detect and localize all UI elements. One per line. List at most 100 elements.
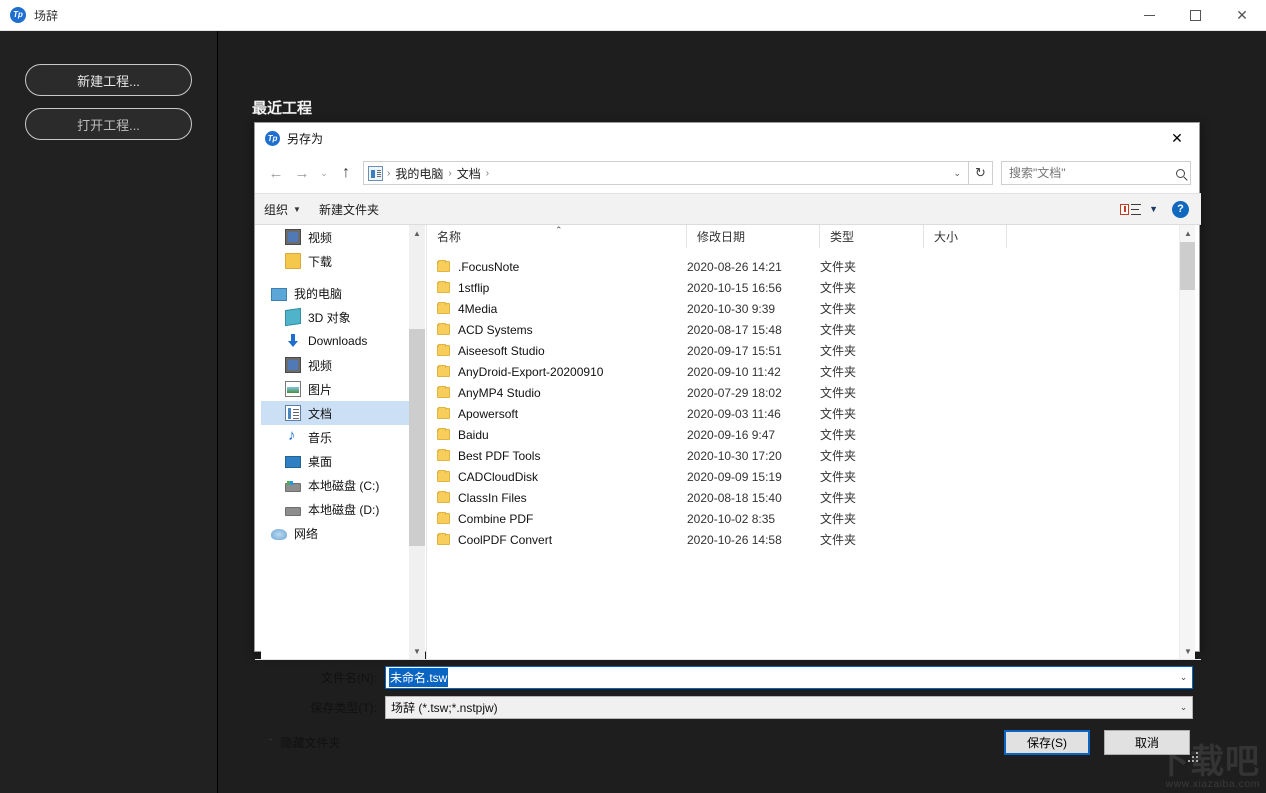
dialog-close-button[interactable]: ✕ <box>1155 123 1199 153</box>
column-header-date[interactable]: 修改日期 <box>687 225 820 248</box>
new-folder-button[interactable]: 新建文件夹 <box>310 194 388 224</box>
nav-item-videos[interactable]: 视频 <box>261 353 409 377</box>
desktop-icon <box>285 456 301 468</box>
chevron-down-icon[interactable]: ⌄ <box>1175 672 1192 683</box>
close-button[interactable]: ✕ <box>1218 0 1266 31</box>
file-name: 1stflip <box>458 280 490 295</box>
filename-input[interactable]: 未命名.tsw ⌄ <box>385 665 1193 689</box>
scroll-up-icon[interactable]: ▲ <box>1180 225 1195 241</box>
dialog-content: 视频 下载 我的电脑 3D 对象 Downloads 视频 图片 文档 ♪ 音乐… <box>255 225 1201 659</box>
nav-item-videos-quick[interactable]: 视频 <box>261 225 409 249</box>
folder-icon <box>437 344 450 356</box>
file-name-cell: 4Media <box>427 302 687 316</box>
nav-item-downloads-quick[interactable]: 下载 <box>261 249 409 273</box>
table-row[interactable]: Combine PDF 2020-10-02 8:35 文件夹 <box>427 508 1195 529</box>
table-row[interactable]: Baidu 2020-09-16 9:47 文件夹 <box>427 424 1195 445</box>
new-project-button[interactable]: 新建工程... <box>25 64 192 96</box>
folder-icon <box>437 386 450 398</box>
file-name-cell: CADCloudDisk <box>427 470 687 484</box>
navigation-pane: 视频 下载 我的电脑 3D 对象 Downloads 视频 图片 文档 ♪ 音乐… <box>261 225 409 659</box>
resize-grip[interactable] <box>1188 752 1198 762</box>
filetype-value: 场辞 (*.tsw;*.nstpjw) <box>391 700 498 715</box>
table-row[interactable]: ACD Systems 2020-08-17 15:48 文件夹 <box>427 319 1195 340</box>
change-view-icon[interactable] <box>1120 203 1142 215</box>
forward-icon[interactable]: → <box>289 160 315 186</box>
help-icon[interactable]: ? <box>1172 200 1189 218</box>
file-date-cell: 2020-10-30 9:39 <box>687 301 776 316</box>
hide-folders-toggle[interactable]: ⌃ 隐藏文件夹 <box>267 734 341 751</box>
maximize-button[interactable] <box>1172 0 1218 31</box>
video-icon <box>285 357 301 373</box>
file-name: ClassIn Files <box>458 490 527 505</box>
file-type-cell: 文件夹 <box>820 323 857 337</box>
search-box[interactable] <box>1001 161 1191 185</box>
chevron-down-icon: ▼ <box>293 204 301 214</box>
back-icon[interactable]: ← <box>263 160 289 186</box>
chevron-down-icon[interactable]: ⌄ <box>1175 702 1192 713</box>
table-row[interactable]: Apowersoft 2020-09-03 11:46 文件夹 <box>427 403 1195 424</box>
cancel-button[interactable]: 取消 <box>1104 729 1190 755</box>
search-input[interactable] <box>1007 165 1176 181</box>
chevron-down-icon[interactable]: ▼ <box>1149 204 1158 214</box>
download-icon <box>285 333 301 349</box>
nav-item-drive-d[interactable]: 本地磁盘 (D:) <box>261 497 409 521</box>
table-row[interactable]: CADCloudDisk 2020-09-09 15:19 文件夹 <box>427 466 1195 487</box>
file-list-scrollbar[interactable]: ▲ ▼ <box>1179 225 1195 659</box>
file-name-cell: Aiseesoft Studio <box>427 344 687 358</box>
breadcrumb[interactable]: › 我的电脑 › 文档 › ⌄ <box>363 161 969 185</box>
folder-icon <box>285 253 301 269</box>
nav-item-drive-c[interactable]: 本地磁盘 (C:) <box>261 473 409 497</box>
folder-icon <box>437 491 450 503</box>
table-row[interactable]: 1stflip 2020-10-15 16:56 文件夹 <box>427 277 1195 298</box>
scroll-up-icon[interactable]: ▲ <box>409 225 425 241</box>
folder-icon <box>437 302 450 314</box>
nav-item-music[interactable]: 音乐 <box>261 425 409 449</box>
table-row[interactable]: 4Media 2020-10-30 9:39 文件夹 <box>427 298 1195 319</box>
nav-item-desktop[interactable]: 桌面 <box>261 449 409 473</box>
nav-item-network[interactable]: 网络 <box>261 521 409 545</box>
navigation-pane-scrollbar[interactable]: ▲ ▼ <box>409 225 425 659</box>
app-sidebar: 新建工程... 打开工程... <box>0 31 218 793</box>
nav-item-pictures[interactable]: 图片 <box>261 377 409 401</box>
scroll-down-icon[interactable]: ▼ <box>409 643 425 659</box>
nav-item-label: 本地磁盘 (D:) <box>308 502 380 517</box>
open-project-button[interactable]: 打开工程... <box>25 108 192 140</box>
file-type-cell: 文件夹 <box>820 491 857 505</box>
file-name: CADCloudDisk <box>458 469 539 484</box>
nav-item-3d-objects[interactable]: 3D 对象 <box>261 305 409 329</box>
chevron-down-icon[interactable]: ⌄ <box>953 168 964 179</box>
3d-object-icon <box>285 307 301 327</box>
scrollbar-thumb[interactable] <box>409 329 425 546</box>
filename-value: 未命名.tsw <box>389 667 449 687</box>
column-header-type[interactable]: 类型 <box>820 225 924 248</box>
scroll-down-icon[interactable]: ▼ <box>1180 643 1195 659</box>
nav-item-this-pc[interactable]: 我的电脑 <box>261 281 409 305</box>
system-drive-icon <box>285 480 301 492</box>
table-row[interactable]: AnyMP4 Studio 2020-07-29 18:02 文件夹 <box>427 382 1195 403</box>
table-row[interactable]: CoolPDF Convert 2020-10-26 14:58 文件夹 <box>427 529 1195 550</box>
table-row[interactable]: .FocusNote 2020-08-26 14:21 文件夹 <box>427 256 1195 277</box>
nav-item-label: 图片 <box>308 382 333 397</box>
recent-locations-icon[interactable]: ⌄ <box>315 160 333 186</box>
breadcrumb-item-documents[interactable]: 文档 <box>453 165 485 182</box>
organize-button[interactable]: 组织 ▼ <box>255 194 310 224</box>
filetype-select[interactable]: 场辞 (*.tsw;*.nstpjw) ⌄ <box>385 695 1193 719</box>
scrollbar-thumb[interactable] <box>1180 242 1195 290</box>
nav-item-label: 视频 <box>308 358 333 373</box>
column-header-name[interactable]: 名称 ⌃ <box>427 225 687 248</box>
refresh-icon[interactable]: ↻ <box>969 161 993 185</box>
breadcrumb-item-computer[interactable]: 我的电脑 <box>391 165 447 182</box>
table-row[interactable]: Aiseesoft Studio 2020-09-17 15:51 文件夹 <box>427 340 1195 361</box>
file-date-cell: 2020-10-02 8:35 <box>687 511 776 526</box>
recent-projects-title: 最近工程 <box>252 100 313 117</box>
save-button[interactable]: 保存(S) <box>1004 729 1090 755</box>
table-row[interactable]: Best PDF Tools 2020-10-30 17:20 文件夹 <box>427 445 1195 466</box>
file-name-cell: ClassIn Files <box>427 491 687 505</box>
table-row[interactable]: AnyDroid-Export-20200910 2020-09-10 11:4… <box>427 361 1195 382</box>
minimize-button[interactable] <box>1126 0 1172 31</box>
column-header-size[interactable]: 大小 <box>924 225 1007 248</box>
up-icon[interactable]: ↑ <box>333 160 359 186</box>
nav-item-documents[interactable]: 文档 <box>261 401 409 425</box>
nav-item-downloads[interactable]: Downloads <box>261 329 409 353</box>
table-row[interactable]: ClassIn Files 2020-08-18 15:40 文件夹 <box>427 487 1195 508</box>
